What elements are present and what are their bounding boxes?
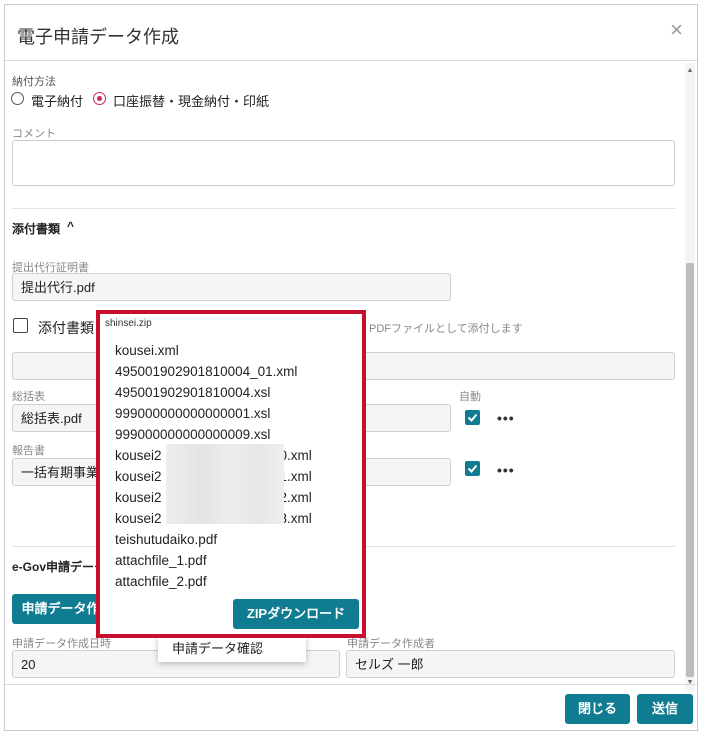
dialog-title: 電子申請データ作成	[17, 27, 179, 47]
radio-bank-transfer[interactable]	[93, 92, 106, 105]
radio-bank-transfer-label[interactable]: 口座振替・現金納付・印紙	[113, 91, 269, 110]
comment-textarea[interactable]	[12, 140, 675, 186]
comment-label: コメント	[12, 128, 56, 140]
dialog-footer: 閉じる 送信	[5, 684, 697, 730]
list-item: attachfile_1.pdf	[115, 553, 207, 568]
list-item: kousei.xml	[115, 343, 179, 358]
chevron-up-icon[interactable]: ^	[67, 219, 74, 233]
dialog-header: 電子申請データ作成 ×	[5, 5, 697, 61]
list-item: attachfile_2.pdf	[115, 574, 207, 589]
radio-electronic-payment-label[interactable]: 電子納付	[31, 91, 83, 110]
summary-label: 総括表	[12, 391, 45, 403]
list-item: 495001902901810004_01.xml	[115, 364, 298, 379]
egov-header: e-Gov申請データ	[12, 560, 107, 574]
list-item: 999000000000000009.xsl	[115, 427, 271, 442]
close-icon[interactable]: ×	[670, 19, 683, 41]
proxy-cert-field[interactable]: 提出代行.pdf	[12, 273, 451, 301]
scroll-up-icon[interactable]: ▲	[686, 67, 694, 74]
close-button[interactable]: 閉じる	[565, 694, 630, 724]
list-item: 999000000000000001.xsl	[115, 406, 271, 421]
scrollbar-thumb[interactable]	[686, 263, 694, 677]
report-auto-checkbox[interactable]	[465, 461, 480, 476]
summary-more-icon[interactable]: •••	[497, 411, 515, 425]
report-more-icon[interactable]: •••	[497, 463, 515, 477]
zip-download-button[interactable]: ZIPダウンロード	[233, 599, 359, 629]
send-button[interactable]: 送信	[637, 694, 693, 724]
auto-label: 自動	[459, 391, 481, 403]
attach-documents-label[interactable]: 添付書類	[38, 318, 94, 338]
attachments-header[interactable]: 添付書類	[12, 220, 60, 237]
list-item: 495001902901810004.xsl	[115, 385, 271, 400]
redacted-area	[166, 444, 284, 524]
report-label: 報告書	[12, 445, 45, 457]
creator-field[interactable]: セルズ 一郎	[346, 650, 675, 678]
menu-item-confirm-application-data[interactable]: 申請データ確認	[158, 636, 306, 662]
payment-method-label: 納付方法	[12, 76, 56, 88]
summary-auto-checkbox[interactable]	[465, 410, 480, 425]
zip-contents-popup: shinsei.zip kousei.xml 49500190290181000…	[96, 310, 366, 638]
divider	[12, 208, 675, 209]
list-item: teishutudaiko.pdf	[115, 532, 218, 547]
attach-documents-hint: PDFファイルとして添付します	[369, 323, 523, 335]
attach-documents-checkbox[interactable]	[13, 318, 28, 333]
radio-electronic-payment[interactable]	[11, 92, 24, 105]
zip-filename: shinsei.zip	[105, 318, 152, 329]
